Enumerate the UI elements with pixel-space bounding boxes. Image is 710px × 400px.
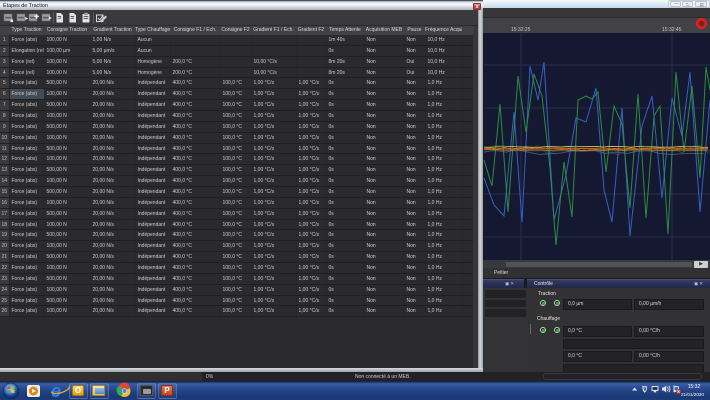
- svg-text:e: e: [51, 381, 61, 400]
